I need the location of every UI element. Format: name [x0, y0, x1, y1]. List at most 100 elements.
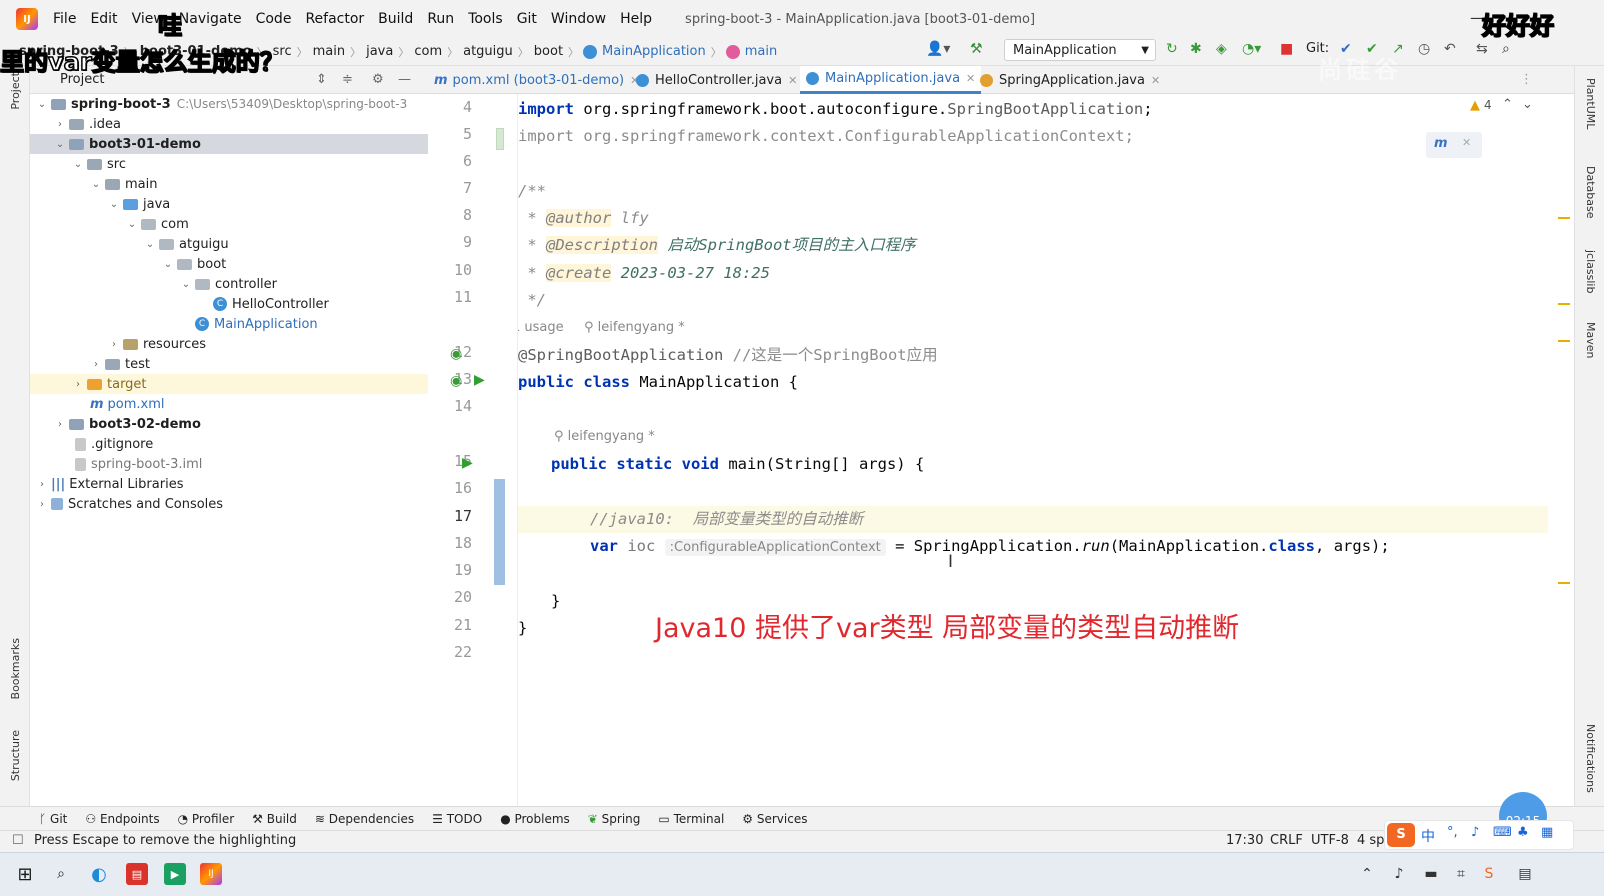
caret-position[interactable]: 17:30 — [1226, 833, 1263, 848]
chevron-right-icon[interactable]: › — [108, 339, 120, 350]
author-hint[interactable]: ⚲ leifengyang * — [584, 320, 685, 335]
tree-item-src[interactable]: ⌄ src — [30, 154, 428, 174]
tab-pom-xml[interactable]: m pom.xml (boot3-01-demo) ✕ — [428, 66, 645, 94]
breadcrumb-item[interactable]: java — [361, 44, 398, 59]
chevron-down-icon[interactable]: ⌄ — [144, 239, 156, 250]
tree-item-test[interactable]: › test — [30, 354, 428, 374]
tree-item-boot3-01-demo[interactable]: ⌄ boot3-01-demo — [30, 134, 428, 154]
tray-mic-icon[interactable]: ♪ — [1388, 863, 1410, 885]
tree-item-atguigu[interactable]: ⌄ atguigu — [30, 234, 428, 254]
rerun-icon[interactable]: ↻ — [1166, 41, 1178, 57]
microphone-icon[interactable]: ♪ — [1471, 825, 1479, 840]
tree-item-idea[interactable]: › .idea — [30, 114, 428, 134]
database-tool-tab[interactable]: Database — [1584, 166, 1597, 219]
breadcrumb-item[interactable]: atguigu — [458, 44, 518, 59]
chevron-down-icon[interactable]: ⌄ — [108, 199, 120, 210]
maven-tool-tab[interactable]: Maven — [1584, 322, 1597, 358]
build-tool-tab[interactable]: ⚒ Build — [243, 812, 306, 826]
maven-reload-icon[interactable]: m — [1434, 136, 1448, 151]
ime-punct-icon[interactable]: °, — [1447, 825, 1458, 840]
chevron-right-icon[interactable]: › — [54, 419, 66, 430]
scroll-marker[interactable] — [1558, 217, 1570, 219]
chevron-right-icon[interactable]: › — [54, 119, 66, 130]
chevron-down-icon[interactable]: ⌄ — [72, 159, 84, 170]
line-separator[interactable]: CRLF — [1270, 833, 1303, 848]
spring-bean-icon[interactable]: ◉ — [450, 346, 462, 362]
chevron-down-icon[interactable]: ⌄ — [126, 219, 138, 230]
expand-icon[interactable]: ≑ — [342, 72, 353, 87]
git-tool-tab[interactable]: ᚴ Git — [30, 812, 76, 826]
breadcrumb-item[interactable]: com — [409, 44, 447, 59]
tree-item-target[interactable]: › target — [30, 374, 428, 394]
intellij-taskbar-icon[interactable]: IJ — [200, 863, 222, 885]
tray-network-icon[interactable]: ⌗ — [1450, 863, 1472, 885]
tree-item-main[interactable]: ⌄ main — [30, 174, 428, 194]
collapse-all-icon[interactable]: ⇕ — [316, 72, 327, 87]
search-icon[interactable]: ⌕ — [1502, 41, 1510, 57]
sogou-logo-icon[interactable]: S — [1387, 823, 1415, 847]
windows-start-icon[interactable]: ⊞ — [14, 863, 36, 885]
endpoints-tool-tab[interactable]: ⚇ Endpoints — [76, 812, 168, 826]
hide-icon[interactable]: — — [398, 72, 411, 87]
vcs-change-marker[interactable] — [496, 128, 504, 150]
tray-sogou-icon[interactable]: S — [1478, 863, 1500, 885]
gear-icon[interactable]: ⚙ — [372, 72, 384, 87]
file-encoding[interactable]: UTF-8 — [1311, 833, 1349, 848]
menu-window[interactable]: Window — [544, 11, 613, 27]
menu-git[interactable]: Git — [510, 11, 544, 27]
more-tabs-icon[interactable]: ⋮ — [1520, 72, 1533, 87]
tree-item-gitignore[interactable]: .gitignore — [30, 434, 428, 454]
breadcrumb-item[interactable]: MainApplication — [597, 44, 711, 59]
tree-item-scratches[interactable]: › Scratches and Consoles — [30, 494, 428, 514]
tab-hellocontroller[interactable]: HelloController.java ✕ — [630, 66, 803, 94]
chevron-up-icon[interactable]: ⌃ — [1502, 97, 1513, 112]
breadcrumb-item[interactable]: boot — [529, 44, 568, 59]
stop-icon[interactable]: ■ — [1280, 41, 1293, 57]
edge-browser-icon[interactable]: ◐ — [88, 863, 110, 885]
app-red-icon[interactable]: ▤ — [126, 863, 148, 885]
menu-edit[interactable]: Edit — [83, 11, 124, 27]
tree-item-boot3-02-demo[interactable]: › boot3-02-demo — [30, 414, 428, 434]
usages-hint[interactable]: 1 usage — [518, 320, 564, 335]
menu-code[interactable]: Code — [249, 11, 299, 27]
debug-icon[interactable]: ✱ — [1190, 41, 1202, 57]
tree-item-iml[interactable]: spring-boot-3.iml — [30, 454, 428, 474]
tree-item-resources[interactable]: › resources — [30, 334, 428, 354]
grid-icon[interactable]: ▦ — [1541, 825, 1553, 840]
chevron-down-icon[interactable]: ⌄ — [1522, 97, 1533, 112]
hammer-icon[interactable]: ⚒ — [970, 41, 983, 57]
breadcrumb-item[interactable]: main — [740, 44, 782, 59]
notifications-tool-tab[interactable]: Notifications — [1584, 724, 1597, 793]
chevron-down-icon[interactable]: ⌄ — [162, 259, 174, 270]
problems-tool-tab[interactable]: ● Problems — [491, 812, 579, 826]
close-icon[interactable]: ✕ — [1151, 74, 1160, 87]
chevron-right-icon[interactable]: › — [72, 379, 84, 390]
structure-tool-tab[interactable]: Structure — [9, 730, 22, 781]
tab-springapplication[interactable]: SpringApplication.java ✕ — [974, 66, 1166, 94]
profile-icon[interactable]: ◔▾ — [1242, 41, 1261, 57]
breadcrumb-item[interactable]: main — [308, 44, 350, 59]
tree-item-controller[interactable]: ⌄ controller — [30, 274, 428, 294]
history-icon[interactable]: ◷ — [1418, 41, 1430, 57]
search-icon[interactable]: ⌕ — [50, 863, 72, 885]
tree-item-mainapplication[interactable]: C MainApplication — [30, 314, 428, 334]
chevron-down-icon[interactable]: ⌄ — [36, 99, 48, 110]
profiler-tool-tab[interactable]: ◔ Profiler — [169, 812, 244, 826]
menu-refactor[interactable]: Refactor — [298, 11, 371, 27]
menu-build[interactable]: Build — [371, 11, 420, 27]
menu-run[interactable]: Run — [420, 11, 461, 27]
tab-mainapplication[interactable]: MainApplication.java ✕ — [800, 66, 982, 94]
chevron-right-icon[interactable]: › — [36, 479, 48, 490]
chevron-right-icon[interactable]: › — [90, 359, 102, 370]
scroll-marker[interactable] — [1558, 582, 1570, 584]
menu-help[interactable]: Help — [613, 11, 659, 27]
tray-chevron-icon[interactable]: ⌃ — [1356, 863, 1378, 885]
spring-bean-icon[interactable]: ◉ — [450, 373, 462, 389]
tree-item-boot[interactable]: ⌄ boot — [30, 254, 428, 274]
scroll-marker[interactable] — [1558, 303, 1570, 305]
tree-item-pom-xml[interactable]: m pom.xml — [30, 394, 428, 414]
tree-item-com[interactable]: ⌄ com — [30, 214, 428, 234]
run-configuration-select[interactable]: MainApplication ▼ — [1004, 39, 1156, 61]
terminal-tool-tab[interactable]: ▭ Terminal — [649, 812, 733, 826]
spring-tool-tab[interactable]: ❦ Spring — [579, 812, 650, 826]
